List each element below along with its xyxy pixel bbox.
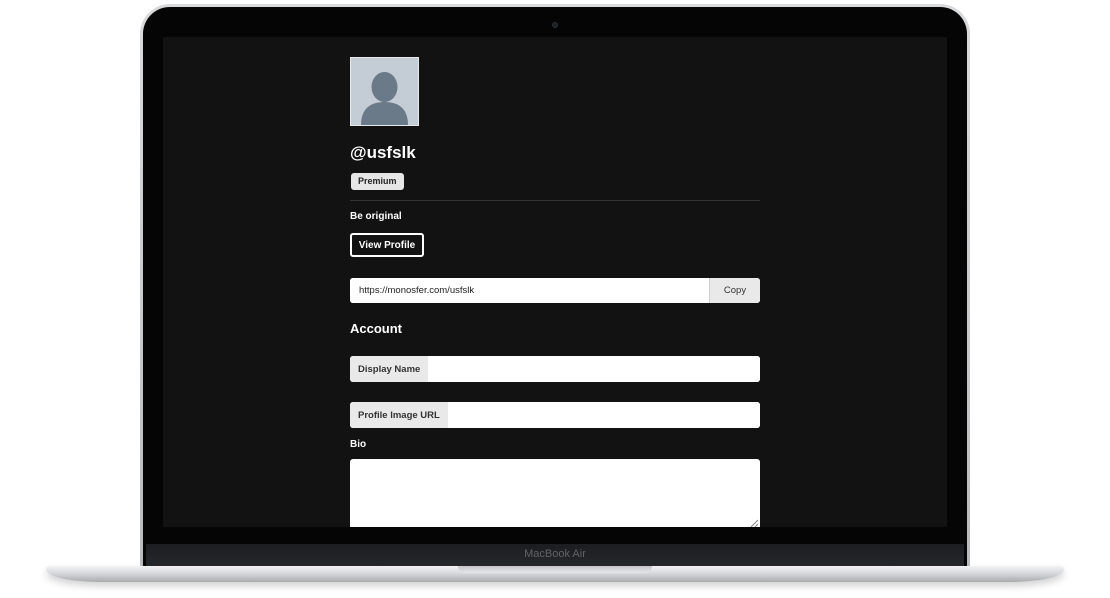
camera-icon <box>552 22 558 28</box>
user-silhouette-icon <box>351 58 418 125</box>
profile-image-url-field: Profile Image URL <box>350 402 760 428</box>
display-name-input[interactable] <box>428 356 760 382</box>
screen: @usfslk Premium Be original View Profile… <box>163 37 947 527</box>
display-name-field: Display Name <box>350 356 760 382</box>
profile-url-input[interactable]: https://monosfer.com/usfslk <box>350 278 709 303</box>
avatar <box>350 57 419 126</box>
tagline: Be original <box>350 211 402 222</box>
profile-image-url-input[interactable] <box>447 402 760 428</box>
resize-grip-icon[interactable] <box>750 519 758 527</box>
account-heading: Account <box>350 321 402 336</box>
bio-label: Bio <box>350 439 367 450</box>
device-brand-label: MacBook Air <box>524 548 586 560</box>
divider <box>350 200 760 201</box>
copy-button[interactable]: Copy <box>709 278 760 303</box>
profile-image-url-label: Profile Image URL <box>350 402 448 428</box>
profile-url-group: https://monosfer.com/usfslk Copy <box>350 278 760 303</box>
laptop-notch <box>458 566 652 573</box>
view-profile-button[interactable]: View Profile <box>350 233 424 257</box>
bio-textarea[interactable] <box>350 459 760 527</box>
display-name-label: Display Name <box>350 356 429 382</box>
username: @usfslk <box>350 143 416 162</box>
premium-badge: Premium <box>351 173 404 190</box>
